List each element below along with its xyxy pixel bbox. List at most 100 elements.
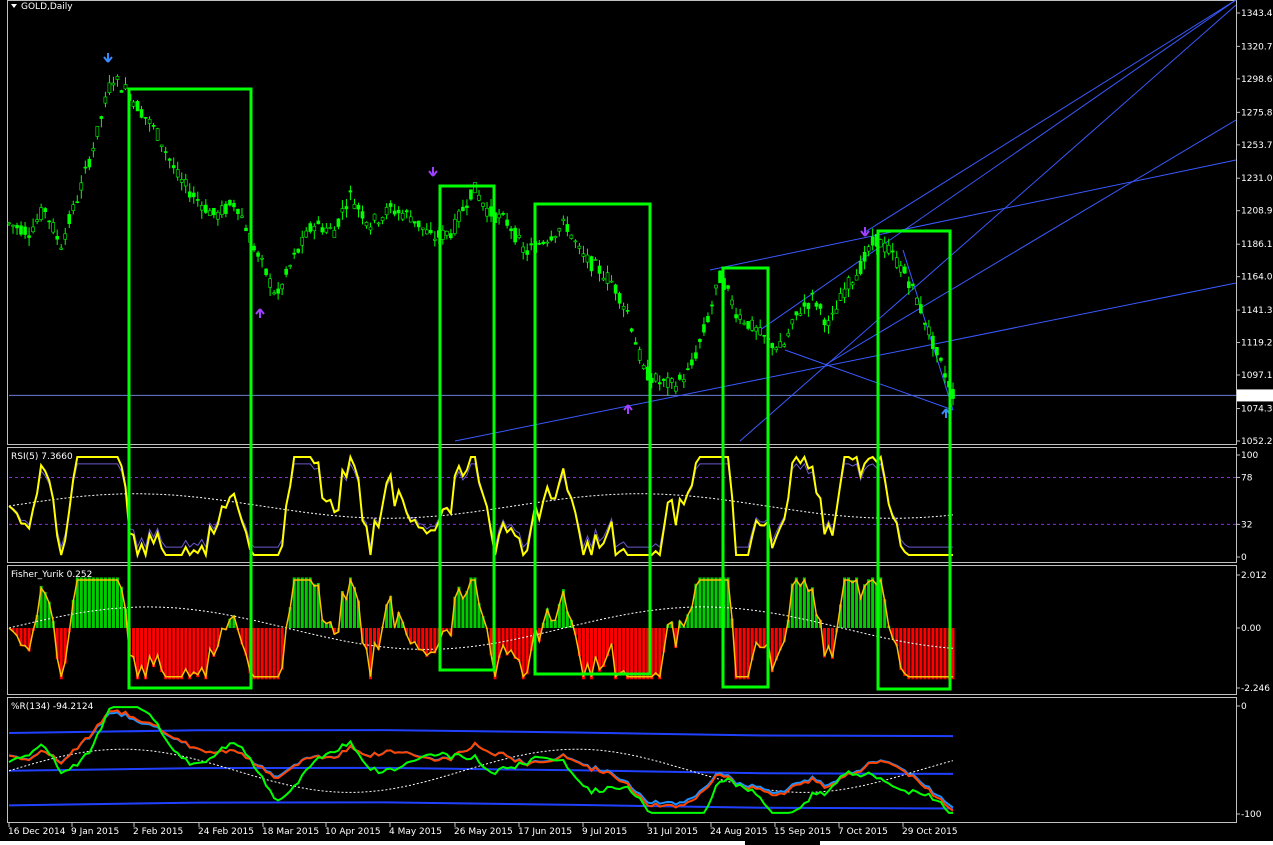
fisher-bar-negative xyxy=(593,628,597,658)
candle-body xyxy=(481,202,485,207)
time-axis: 16 Dec 2014 9 Jan 2015 2 Feb 2015 24 Feb 20… xyxy=(8,823,958,837)
fisher-bar-positive xyxy=(847,577,851,628)
candle-body xyxy=(730,299,734,306)
fisher-bar-positive xyxy=(702,577,706,628)
candle-body xyxy=(850,282,855,286)
candle-body xyxy=(637,349,642,361)
candle-body xyxy=(706,316,710,323)
candle-body xyxy=(589,256,594,272)
candle-body xyxy=(902,266,907,274)
candle-body xyxy=(131,101,136,107)
price-tick-label: 1208.9 xyxy=(1241,207,1273,217)
candle-body xyxy=(396,209,401,214)
candle-body xyxy=(348,190,353,193)
candle-body xyxy=(758,327,762,336)
candle-body xyxy=(304,230,309,238)
candle-body xyxy=(272,292,276,295)
fisher-bar-negative xyxy=(642,628,646,680)
fisher-bar-negative xyxy=(196,628,200,678)
rsi-panel: 100 78 32 0 xyxy=(8,451,1258,563)
candle-body xyxy=(47,220,51,223)
candle-body xyxy=(826,320,831,326)
candle-body xyxy=(915,297,919,305)
candle-body xyxy=(163,151,168,153)
chart-title-chevron-icon[interactable] xyxy=(11,4,17,8)
time-tick-label: 2 Feb 2015 xyxy=(133,827,183,837)
candle-body xyxy=(83,166,88,169)
fisher-bar-negative xyxy=(425,628,429,657)
candle-body xyxy=(147,118,152,124)
fisher-bar-negative xyxy=(903,628,907,677)
candle-body xyxy=(718,270,722,284)
time-tick-label: 24 Feb 2015 xyxy=(198,827,254,837)
candle-body xyxy=(256,252,260,257)
fisher-bar-positive xyxy=(115,577,119,628)
candle-body xyxy=(830,312,835,315)
fisher-bar-positive xyxy=(710,577,714,628)
candle-body xyxy=(573,240,578,243)
candle-body xyxy=(923,322,927,325)
candle-body xyxy=(818,304,823,309)
fisher-bar-negative xyxy=(140,628,144,668)
fisher-bar-positive xyxy=(103,577,107,628)
price-tick-label: 1253.7 xyxy=(1241,141,1273,151)
candle-body xyxy=(469,189,473,200)
candle-body xyxy=(196,199,200,201)
fisher-bar-negative xyxy=(654,628,658,676)
candle-body xyxy=(473,182,477,194)
fisher-bar-negative xyxy=(915,628,919,680)
candle-body xyxy=(710,304,714,307)
wpr-tick-label: -100 xyxy=(1241,810,1262,820)
candle-body xyxy=(633,342,638,345)
fisher-bar-negative xyxy=(421,628,425,652)
candle-body xyxy=(63,233,68,240)
candle-body xyxy=(167,158,172,161)
horizontal-scrollbar-left[interactable] xyxy=(0,841,745,845)
candle-body xyxy=(123,84,128,90)
rsi-title: RSI(5) 7.3660 xyxy=(11,452,73,462)
fisher-bar-negative xyxy=(192,628,196,675)
candle-body xyxy=(453,218,457,234)
candle-body xyxy=(609,280,614,283)
candle-body xyxy=(858,261,863,274)
candle-body xyxy=(529,243,534,246)
wpr-band-line xyxy=(8,801,954,810)
fisher-bar-positive xyxy=(859,596,863,628)
candle-body xyxy=(786,332,791,337)
time-tick-label: 17 Jun 2015 xyxy=(518,827,572,837)
candle-body xyxy=(308,223,313,232)
horizontal-scrollbar-right[interactable] xyxy=(820,841,1273,845)
candle-body xyxy=(288,265,292,267)
candle-body xyxy=(200,205,204,211)
fisher-bar-positive xyxy=(851,580,855,628)
fisher-bar-negative xyxy=(610,628,614,645)
candle-body xyxy=(352,203,357,209)
candle-body xyxy=(139,109,144,118)
candle-body xyxy=(882,242,887,253)
candle-body xyxy=(838,293,843,301)
fisher-bar-negative xyxy=(943,628,947,680)
candle-body xyxy=(7,222,11,225)
candle-body xyxy=(569,234,574,239)
fisher-bar-negative xyxy=(252,628,256,680)
candle-body xyxy=(943,373,947,378)
time-tick-label: 16 Dec 2014 xyxy=(8,827,66,837)
trend-line xyxy=(759,0,1237,331)
candle-body xyxy=(328,227,333,229)
candle-body xyxy=(951,389,955,399)
fisher-bar-positive xyxy=(465,590,469,628)
candle-body xyxy=(360,211,365,219)
chart-window: GOLD,Daily 1343.4 1320.7 1298.6 1275.8 1253.… xyxy=(0,0,1273,845)
candle-body xyxy=(79,182,84,191)
time-tick-label: 26 May 2015 xyxy=(454,827,513,837)
candle-body xyxy=(179,179,184,183)
price-tick-label: 1119.2 xyxy=(1241,339,1273,349)
candle-body xyxy=(380,217,385,221)
fisher-bar-positive xyxy=(698,577,702,628)
wpr-band-line xyxy=(8,766,954,775)
candle-body xyxy=(919,304,923,314)
fisher-bar-negative xyxy=(618,628,622,676)
candle-body xyxy=(445,230,449,236)
fisher-bar-negative xyxy=(413,628,417,643)
candle-body xyxy=(774,347,779,350)
